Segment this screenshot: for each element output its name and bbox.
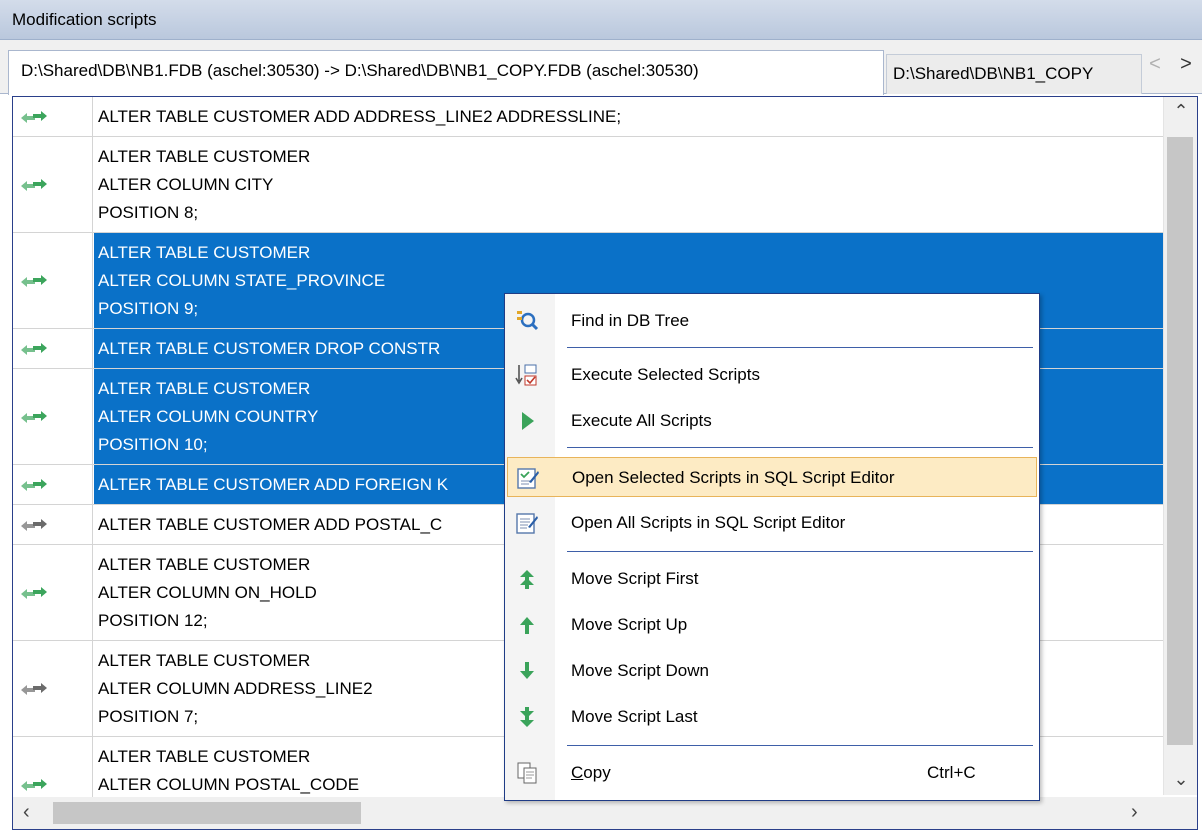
menu-item-find-in-db-tree[interactable]: Find in DB Tree: [507, 301, 1037, 341]
scroll-right-arrow-icon[interactable]: ›: [1131, 801, 1138, 824]
sync-arrows-icon: [21, 342, 47, 355]
menu-item-label: Execute Selected Scripts: [571, 365, 760, 384]
move-first-icon: [515, 567, 539, 591]
menu-item-label: Copy: [571, 763, 611, 782]
sync-arrows-icon: [21, 178, 47, 191]
open-selected-editor-icon: [516, 466, 540, 490]
script-text: ALTER TABLE CUSTOMER ALTER COLUMN CITY POS…: [94, 137, 1163, 232]
menu-separator: [567, 347, 1033, 348]
open-all-editor-icon: [515, 511, 539, 535]
menu-separator: [567, 447, 1033, 448]
menu-item-execute-selected-scripts[interactable]: Execute Selected Scripts: [507, 355, 1037, 395]
script-line: ALTER COLUMN STATE_PROVINCE: [98, 271, 386, 290]
menu-item-shortcut: Ctrl+C: [927, 763, 976, 782]
menu-item-label: Open Selected Scripts in SQL Script Edit…: [572, 468, 895, 487]
sync-arrows-icon: [13, 465, 93, 504]
scroll-up-arrow-icon[interactable]: ⌃: [1164, 101, 1197, 122]
script-line: ALTER COLUMN CITY: [98, 175, 274, 194]
sync-arrows-icon: [21, 778, 47, 791]
tab-strip: D:\Shared\DB\NB1.FDB (aschel:30530) -> D…: [0, 40, 1202, 95]
find-in-tree-icon: [515, 309, 539, 333]
move-down-icon: [515, 659, 539, 683]
sync-arrows-icon: [13, 233, 93, 328]
context-menu: Find in DB Tree Execute Selected Scripts E…: [504, 293, 1040, 801]
menu-item-label: Open All Scripts in SQL Script Editor: [571, 513, 846, 532]
sync-arrows-icon: [13, 137, 93, 232]
sync-arrows-icon: [21, 682, 47, 695]
menu-item-label: Execute All Scripts: [571, 411, 712, 430]
copy-icon: [515, 761, 539, 785]
sync-arrows-icon: [13, 97, 93, 136]
script-text: ALTER TABLE CUSTOMER ADD ADDRESS_LINE2 A…: [94, 97, 1163, 136]
sync-arrows-icon: [13, 329, 93, 368]
execute-selected-icon: [515, 363, 539, 387]
tab-active-comparison[interactable]: D:\Shared\DB\NB1.FDB (aschel:30530) -> D…: [8, 50, 884, 95]
scroll-down-arrow-icon[interactable]: ⌄: [1164, 769, 1197, 790]
tab-inactive-comparison[interactable]: D:\Shared\DB\NB1_COPY: [886, 54, 1142, 94]
menu-separator: [567, 551, 1033, 552]
play-icon: [515, 409, 539, 433]
sync-arrows-icon: [13, 641, 93, 736]
sync-arrows-icon: [21, 478, 47, 491]
menu-item-label: Move Script Down: [571, 661, 709, 680]
move-up-icon: [515, 613, 539, 637]
menu-item-move-script-last[interactable]: Move Script Last: [507, 697, 1037, 737]
script-row[interactable]: ALTER TABLE CUSTOMER ALTER COLUMN CITY POS…: [13, 137, 1163, 233]
menu-item-move-script-up[interactable]: Move Script Up: [507, 605, 1037, 645]
sync-arrows-icon: [13, 545, 93, 640]
sync-arrows-icon: [13, 505, 93, 544]
menu-item-copy[interactable]: Copy Ctrl+C: [507, 753, 1037, 793]
horizontal-scroll-thumb[interactable]: [53, 802, 361, 824]
menu-item-label: Move Script Last: [571, 707, 698, 726]
menu-item-move-script-down[interactable]: Move Script Down: [507, 651, 1037, 691]
sync-arrows-icon: [21, 410, 47, 423]
sync-arrows-icon: [21, 274, 47, 287]
menu-item-open-all-scripts-in-sql-script-editor[interactable]: Open All Scripts in SQL Script Editor: [507, 503, 1037, 543]
sync-arrows-icon: [21, 110, 47, 123]
menu-item-label: Move Script First: [571, 569, 699, 588]
script-line: POSITION 8;: [98, 203, 199, 222]
tab-scroll-right-button[interactable]: >: [1176, 54, 1196, 74]
script-line: ALTER TABLE CUSTOMER ADD ADDRESS_LINE2 A…: [98, 107, 622, 126]
sync-arrows-icon: [13, 369, 93, 464]
script-line: ALTER TABLE CUSTOMER: [98, 147, 311, 166]
tab-scroll-left-button[interactable]: <: [1145, 54, 1165, 74]
vertical-scroll-thumb[interactable]: [1167, 137, 1193, 745]
menu-item-label: Move Script Up: [571, 615, 688, 634]
sync-arrows-icon: [21, 518, 47, 531]
menu-item-label: Find in DB Tree: [571, 311, 690, 330]
sync-arrows-icon: [21, 586, 47, 599]
horizontal-scrollbar[interactable]: ‹ ›: [13, 797, 1197, 829]
menu-item-move-script-first[interactable]: Move Script First: [507, 559, 1037, 599]
script-row[interactable]: ALTER TABLE CUSTOMER ADD ADDRESS_LINE2 A…: [13, 97, 1163, 137]
menu-item-open-selected-scripts-in-sql-script-editor[interactable]: Open Selected Scripts in SQL Script Edit…: [507, 457, 1037, 497]
panel-title: Modification scripts: [0, 0, 1202, 40]
script-line: ALTER TABLE CUSTOMER: [98, 243, 311, 262]
move-last-icon: [515, 705, 539, 729]
scroll-left-arrow-icon[interactable]: ‹: [23, 801, 30, 824]
vertical-scrollbar[interactable]: ⌃ ⌄: [1163, 97, 1197, 795]
menu-item-execute-all-scripts[interactable]: Execute All Scripts: [507, 401, 1037, 441]
menu-separator: [567, 745, 1033, 746]
